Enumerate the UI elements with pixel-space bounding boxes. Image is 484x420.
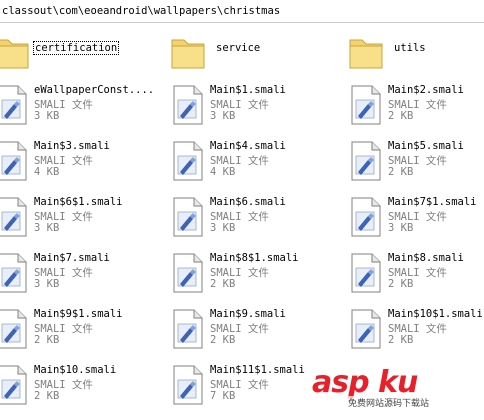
file-name: Main$6$1.smali — [34, 196, 123, 208]
file-item[interactable]: Main$6.smali SMALI 文件 3 KB — [170, 196, 330, 252]
folder-icon — [171, 39, 205, 69]
file-item[interactable]: Main$8.smali SMALI 文件 2 KB — [348, 252, 484, 308]
file-name: Main$7.smali — [34, 252, 110, 264]
smali-file-icon — [351, 197, 381, 237]
address-path-text: classout\com\eoeandroid\wallpapers\chris… — [2, 5, 281, 17]
file-size: 4 KB — [210, 166, 236, 178]
smali-file-icon — [173, 141, 203, 181]
file-size: 2 KB — [34, 390, 60, 402]
file-item[interactable]: Main$4.smali SMALI 文件 4 KB — [170, 140, 330, 196]
watermark-main: asp ku — [312, 365, 418, 400]
file-name: eWallpaperConst.... — [34, 84, 155, 96]
watermark-logo: asp ku 免费网站源码下载站 — [308, 365, 478, 409]
smali-file-icon — [173, 365, 203, 405]
watermark-sub: 免费网站源码下载站 — [348, 396, 430, 409]
file-item[interactable]: Main$7$1.smali SMALI 文件 3 KB — [348, 196, 484, 252]
file-item[interactable]: Main$2.smali SMALI 文件 2 KB — [348, 84, 484, 140]
folder-item[interactable]: utils — [348, 30, 484, 86]
file-name: Main$7$1.smali — [388, 196, 477, 208]
file-name: Main$3.smali — [34, 140, 110, 152]
file-item[interactable]: Main$5.smali SMALI 文件 2 KB — [348, 140, 484, 196]
file-item[interactable]: Main$1.smali SMALI 文件 3 KB — [170, 84, 330, 140]
file-item[interactable]: Main$3.smali SMALI 文件 4 KB — [0, 140, 154, 196]
file-name: Main$10.smali — [34, 364, 117, 376]
file-name: Main$4.smali — [210, 140, 286, 152]
file-size: 2 KB — [210, 334, 236, 346]
smali-file-icon — [173, 253, 203, 293]
file-name: Main$2.smali — [388, 84, 464, 96]
smali-file-icon — [0, 141, 27, 181]
file-size: 2 KB — [388, 334, 414, 346]
smali-file-icon — [173, 309, 203, 349]
file-size: 7 KB — [210, 390, 236, 402]
file-item[interactable]: Main$8$1.smali SMALI 文件 2 KB — [170, 252, 330, 308]
file-size: 4 KB — [34, 166, 60, 178]
file-size: 3 KB — [34, 110, 60, 122]
file-item[interactable]: Main$10$1.smali SMALI 文件 2 KB — [348, 308, 484, 364]
file-name: Main$9$1.smali — [34, 308, 123, 320]
file-name: Main$11$1.smali — [210, 364, 305, 376]
file-name: Main$8$1.smali — [210, 252, 299, 264]
file-item[interactable]: Main$6$1.smali SMALI 文件 3 KB — [0, 196, 154, 252]
folder-item[interactable]: service — [170, 30, 330, 86]
file-item[interactable]: Main$11$1.smali SMALI 文件 7 KB — [170, 364, 330, 420]
file-item[interactable]: Main$10.smali SMALI 文件 2 KB — [0, 364, 154, 420]
file-size: 3 KB — [34, 222, 60, 234]
smali-file-icon — [0, 197, 27, 237]
address-path[interactable]: classout\com\eoeandroid\wallpapers\chris… — [0, 0, 484, 23]
smali-file-icon — [0, 253, 27, 293]
file-size: 3 KB — [210, 222, 236, 234]
smali-file-icon — [0, 309, 27, 349]
smali-file-icon — [173, 85, 203, 125]
folder-label: certification — [32, 41, 120, 55]
folder-label: utils — [394, 42, 426, 54]
file-name: Main$8.smali — [388, 252, 464, 264]
file-size: 3 KB — [388, 222, 414, 234]
folder-icon — [349, 39, 383, 69]
file-size: 2 KB — [388, 278, 414, 290]
file-size: 3 KB — [210, 110, 236, 122]
file-name: Main$6.smali — [210, 196, 286, 208]
file-name: Main$5.smali — [388, 140, 464, 152]
file-size: 2 KB — [388, 166, 414, 178]
file-size: 2 KB — [34, 334, 60, 346]
file-name: Main$9.smali — [210, 308, 286, 320]
smali-file-icon — [351, 309, 381, 349]
file-name: Main$10$1.smali — [388, 308, 483, 320]
file-item[interactable]: Main$7.smali SMALI 文件 3 KB — [0, 252, 154, 308]
smali-file-icon — [351, 141, 381, 181]
smali-file-icon — [0, 85, 27, 125]
folder-icon — [0, 39, 29, 69]
smali-file-icon — [173, 197, 203, 237]
file-name: Main$1.smali — [210, 84, 286, 96]
folder-label: service — [216, 42, 261, 54]
file-item[interactable]: Main$9.smali SMALI 文件 2 KB — [170, 308, 330, 364]
file-item[interactable]: Main$9$1.smali SMALI 文件 2 KB — [0, 308, 154, 364]
file-size: 2 KB — [388, 110, 414, 122]
folder-item[interactable]: certification — [0, 30, 154, 86]
file-item[interactable]: eWallpaperConst.... SMALI 文件 3 KB — [0, 84, 154, 140]
file-size: 2 KB — [210, 278, 236, 290]
smali-file-icon — [351, 85, 381, 125]
file-size: 3 KB — [34, 278, 60, 290]
smali-file-icon — [0, 365, 27, 405]
smali-file-icon — [351, 253, 381, 293]
